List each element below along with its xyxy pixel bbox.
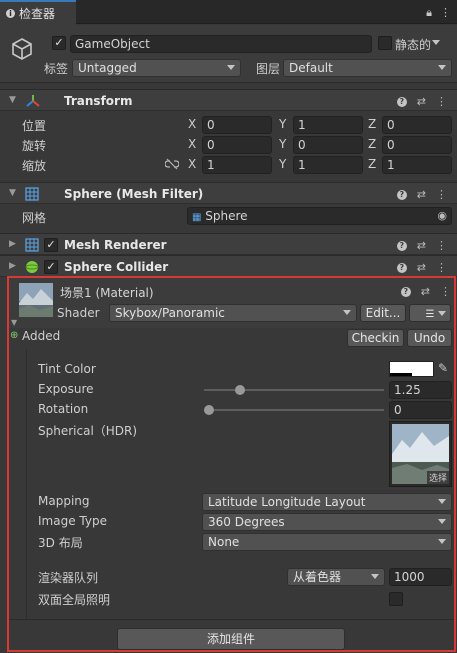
inspector-tab[interactable]: i 检查器	[0, 0, 76, 25]
gameobject-header: ✓ GameObject 静态的 标签 Untagged 图层 Default	[0, 25, 457, 83]
rotation-y-field[interactable]: 0	[293, 136, 363, 154]
presets-icon[interactable]: ⇄	[417, 261, 426, 274]
help-icon[interactable]: ?	[396, 262, 407, 273]
mesh-renderer-enabled-checkbox[interactable]: ✓	[44, 238, 58, 252]
transform-title: Transform	[64, 94, 133, 108]
sphere-collider-enabled-checkbox[interactable]: ✓	[44, 260, 58, 274]
sphere-collider-header-icons: ? ⇄ ⋮	[396, 261, 447, 274]
scale-y-label[interactable]: Y	[279, 157, 286, 171]
rotation-y-label[interactable]: Y	[279, 137, 286, 151]
foldout-closed-icon[interactable]: ▶	[9, 261, 16, 271]
tag-label: 标签	[44, 62, 69, 76]
position-y-field[interactable]: 1	[293, 116, 363, 134]
mesh-renderer-header-icons: ? ⇄ ⋮	[396, 239, 447, 252]
object-picker-icon[interactable]: ◉	[437, 208, 447, 224]
position-x-label[interactable]: X	[188, 117, 196, 131]
mesh-filter-header[interactable]: ▼ Sphere (Mesh Filter) ? ⇄ ⋮	[0, 182, 457, 204]
tag-dropdown[interactable]: Untagged	[72, 59, 241, 77]
scale-z-label[interactable]: Z	[368, 157, 376, 171]
scale-y-field[interactable]: 1	[293, 156, 363, 174]
mesh-value: Sphere	[205, 209, 248, 223]
scale-label: 缩放	[22, 159, 47, 173]
chevron-down-icon	[227, 65, 235, 70]
mesh-renderer-title: Mesh Renderer	[64, 238, 167, 252]
mesh-filter-title: Sphere (Mesh Filter)	[64, 187, 204, 201]
position-x-field[interactable]: 0	[202, 116, 272, 134]
scale-x-field[interactable]: 1	[202, 156, 272, 174]
rotation-z-label[interactable]: Z	[368, 137, 376, 151]
more-menu-icon[interactable]: ⋮	[436, 188, 447, 201]
sphere-collider-header[interactable]: ▶ ✓ Sphere Collider ? ⇄ ⋮	[0, 255, 457, 277]
chevron-down-icon	[438, 65, 446, 70]
sphere-collider-title: Sphere Collider	[64, 260, 169, 274]
help-icon[interactable]: ?	[396, 240, 407, 251]
inspector-tab-label: 检查器	[19, 7, 56, 21]
more-menu-icon[interactable]: ⋮	[440, 6, 451, 20]
lock-icon[interactable]: 🔒︎	[426, 6, 432, 20]
more-menu-icon[interactable]: ⋮	[436, 261, 447, 274]
rotation-z-field[interactable]: 0	[382, 136, 452, 154]
transform-icon	[26, 95, 40, 107]
rotation-x-field[interactable]: 0	[202, 136, 272, 154]
presets-icon[interactable]: ⇄	[417, 188, 426, 201]
mesh-label: 网格	[22, 211, 47, 225]
position-label: 位置	[22, 119, 47, 133]
tab-header-icons: 🔒︎ ⋮	[426, 6, 451, 20]
active-checkbox[interactable]: ✓	[52, 36, 66, 50]
transform-header[interactable]: ▼ Transform ? ⇄ ⋮	[0, 89, 457, 111]
foldout-open-icon[interactable]: ▼	[9, 95, 16, 105]
scale-z-field[interactable]: 1	[382, 156, 452, 174]
layer-dropdown[interactable]: Default	[283, 59, 452, 77]
layer-label: 图层	[256, 62, 281, 76]
sphere-collider-icon	[25, 261, 39, 273]
foldout-closed-icon[interactable]: ▶	[9, 239, 16, 249]
foldout-open-icon[interactable]: ▼	[9, 188, 16, 198]
mesh-object-field[interactable]: ▦ Sphere ◉	[187, 207, 452, 225]
more-menu-icon[interactable]: ⋮	[436, 95, 447, 108]
rotation-x-label[interactable]: X	[188, 137, 196, 151]
inspector-tabbar: i 检查器 🔒︎ ⋮	[0, 0, 457, 25]
position-z-label[interactable]: Z	[368, 117, 376, 131]
transform-body: 位置 X 0 Y 1 Z 0 旋转 X 0 Y 0 Z 0 缩放 X 1 Y 1…	[0, 111, 457, 181]
object-name-input[interactable]: GameObject	[70, 35, 372, 53]
tag-value: Untagged	[78, 61, 137, 75]
static-label: 静态的	[395, 38, 432, 52]
highlight-frame	[7, 276, 456, 652]
presets-icon[interactable]: ⇄	[417, 239, 426, 252]
mesh-renderer-icon	[25, 238, 39, 252]
mesh-filter-icon	[25, 187, 39, 201]
transform-header-icons: ? ⇄ ⋮	[396, 95, 447, 108]
mesh-filter-header-icons: ? ⇄ ⋮	[396, 188, 447, 201]
layer-value: Default	[289, 61, 333, 75]
unlink-icon[interactable]	[165, 158, 179, 170]
presets-icon[interactable]: ⇄	[417, 95, 426, 108]
cube-icon	[12, 38, 32, 60]
help-icon[interactable]: ?	[396, 96, 407, 107]
static-checkbox[interactable]	[378, 36, 392, 50]
rotation-label: 旋转	[22, 139, 47, 153]
mesh-grid-icon: ▦	[192, 212, 202, 223]
help-icon[interactable]: ?	[396, 189, 407, 200]
info-icon: i	[6, 9, 15, 18]
scale-x-label[interactable]: X	[188, 157, 196, 171]
position-z-field[interactable]: 0	[382, 116, 452, 134]
more-menu-icon[interactable]: ⋮	[436, 239, 447, 252]
position-y-label[interactable]: Y	[279, 117, 286, 131]
mesh-renderer-header[interactable]: ▶ ✓ Mesh Renderer ? ⇄ ⋮	[0, 233, 457, 255]
